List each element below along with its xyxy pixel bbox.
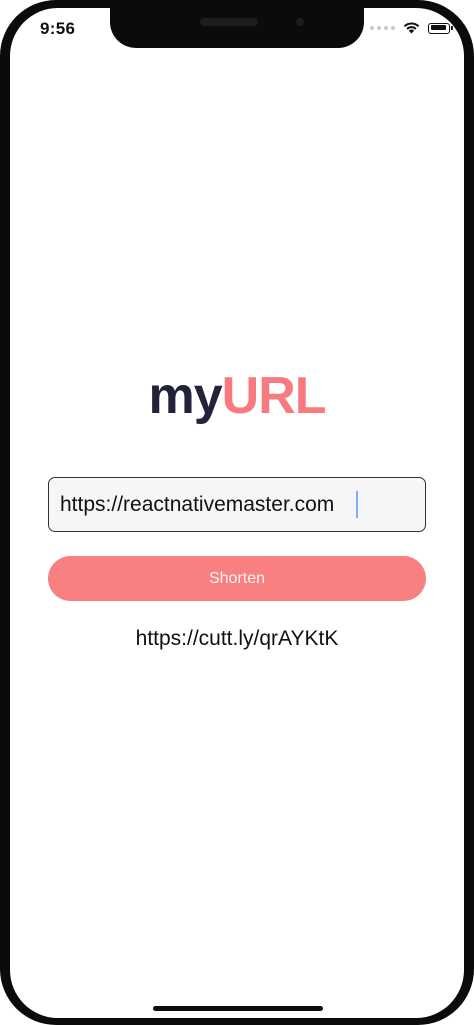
home-indicator[interactable] (153, 1006, 323, 1011)
short-url-result: https://cutt.ly/qrAYKtK (135, 627, 339, 650)
status-icons (370, 22, 453, 34)
logo-text-url: URL (221, 367, 327, 425)
app-screen: 9:56 myURL Shorten https://cutt.ly/qrAYK… (10, 8, 464, 1018)
logo-text-my: my (148, 367, 222, 425)
text-caret (356, 491, 358, 518)
app-logo: myURL (10, 366, 464, 426)
front-camera (296, 18, 304, 26)
wifi-icon (403, 22, 420, 34)
shorten-button[interactable]: Shorten (48, 556, 426, 601)
status-time: 9:56 (40, 19, 76, 38)
url-input[interactable] (48, 477, 426, 532)
device-notch (110, 8, 364, 48)
device-frame: 9:56 myURL Shorten https://cutt.ly/qrAYK… (0, 0, 474, 1025)
signal-dots-icon (370, 26, 395, 30)
speaker-grille (200, 18, 258, 26)
battery-icon (428, 22, 453, 34)
